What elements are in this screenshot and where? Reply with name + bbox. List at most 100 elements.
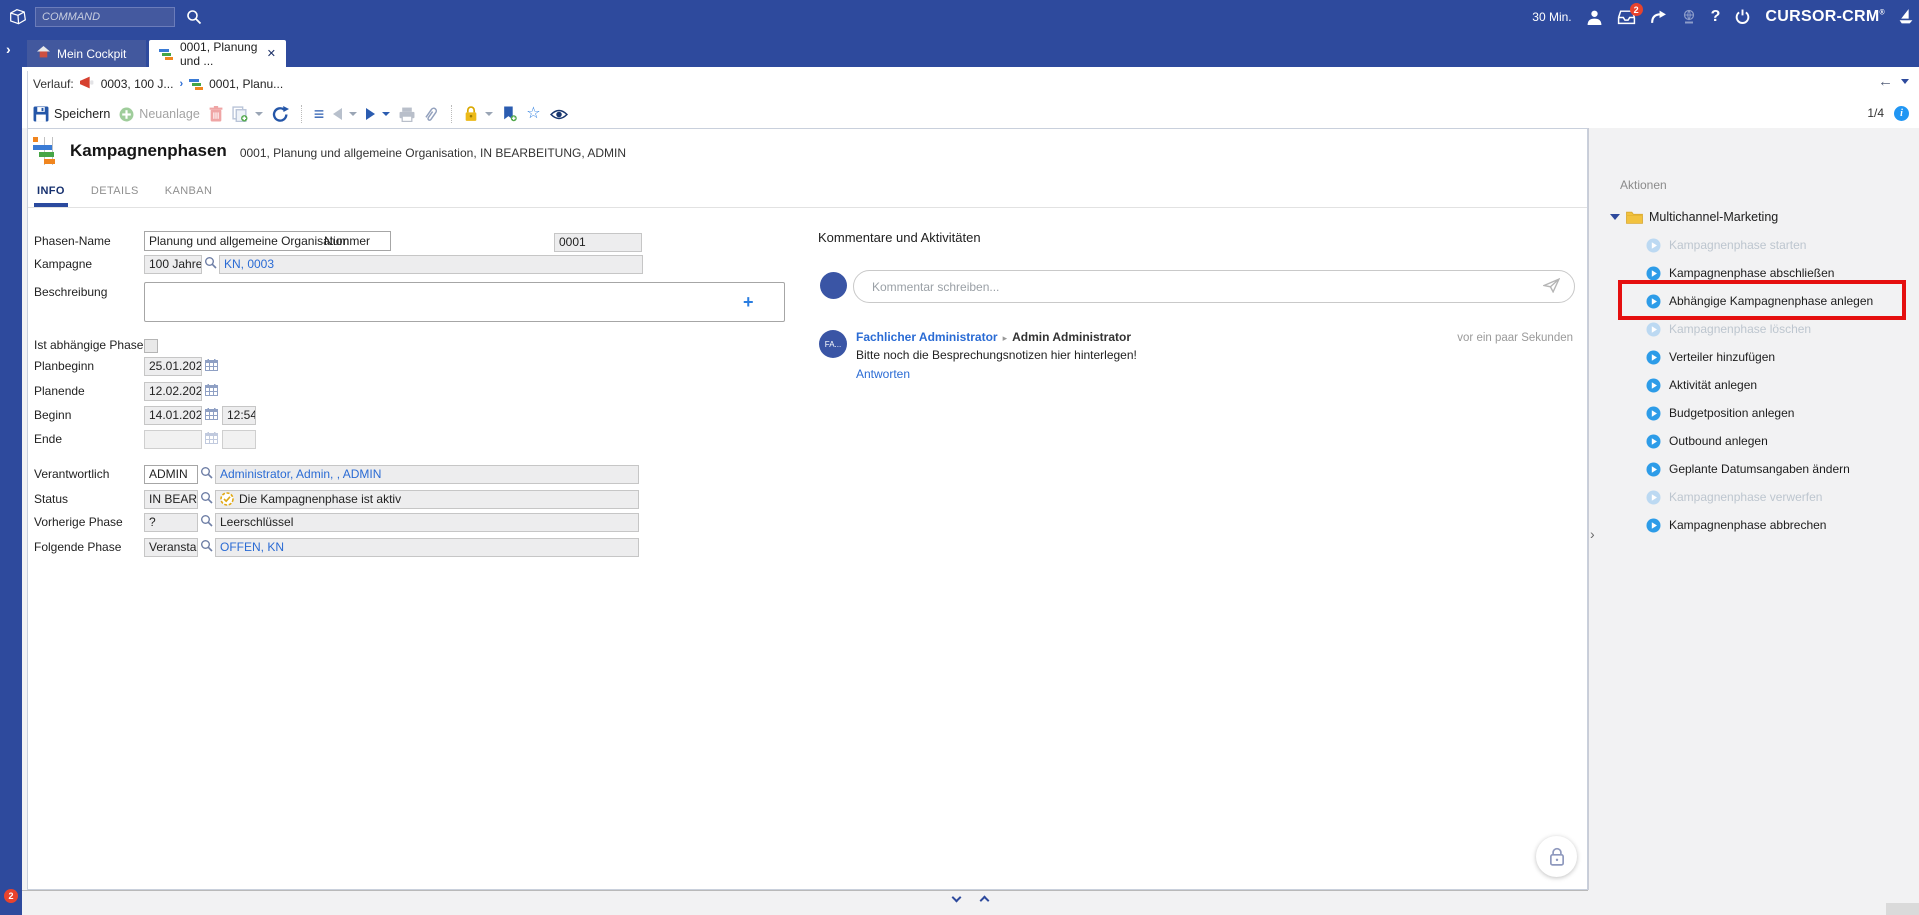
- actions-group-label: Multichannel-Marketing: [1649, 210, 1778, 224]
- comment-recipient: Admin Administrator: [1012, 330, 1131, 344]
- action-item-label: Outbound anlegen: [1669, 434, 1768, 448]
- search-icon[interactable]: [186, 9, 202, 28]
- ende-time-field[interactable]: [222, 430, 256, 449]
- breadcrumb-label: Verlauf:: [33, 77, 74, 91]
- power-icon[interactable]: [1734, 9, 1751, 26]
- action-item[interactable]: Kampagnenphase verwerfen: [1588, 483, 1919, 511]
- beginn-time-field[interactable]: 12:54: [222, 406, 256, 425]
- breadcrumb-item-campaign[interactable]: 0003, 100 J...: [101, 77, 174, 91]
- calendar-icon[interactable]: [205, 408, 218, 423]
- tab-record-active[interactable]: 0001, Planung und ... ✕: [149, 40, 286, 67]
- info-icon[interactable]: i: [1894, 106, 1909, 121]
- nummer-field: 0001: [554, 233, 642, 252]
- actions-group-multichannel[interactable]: Multichannel-Marketing: [1610, 210, 1778, 224]
- favorite-button[interactable]: ☆: [526, 106, 540, 122]
- tab-details[interactable]: DETAILS: [88, 181, 142, 207]
- action-item-label: Kampagnenphase löschen: [1669, 322, 1811, 336]
- floppy-icon: [33, 106, 49, 122]
- lock-dropdown-icon[interactable]: [485, 112, 493, 116]
- redo-icon[interactable]: [1650, 10, 1667, 25]
- action-item[interactable]: Geplante Datumsangaben ändern: [1588, 455, 1919, 483]
- planbeginn-date-field[interactable]: 25.01.2021: [144, 357, 202, 376]
- ende-label: Ende: [34, 432, 62, 446]
- save-button[interactable]: Speichern: [33, 106, 110, 122]
- search-lookup-icon[interactable]: [204, 256, 217, 272]
- attachment-button[interactable]: [424, 106, 439, 122]
- comment-input[interactable]: [872, 280, 1543, 294]
- comment-header: Fachlicher Administrator▸Admin Administr…: [856, 330, 1131, 344]
- ist-abhaengige-phase-checkbox[interactable]: [144, 339, 158, 353]
- tab-info[interactable]: INFO: [34, 181, 68, 207]
- comment-reply-link[interactable]: Antworten: [856, 367, 910, 381]
- network-icon[interactable]: [1681, 9, 1697, 25]
- ende-date-field[interactable]: [144, 430, 202, 449]
- action-item[interactable]: Budgetposition anlegen: [1588, 399, 1919, 427]
- help-icon[interactable]: ?: [1711, 8, 1721, 26]
- tab-kanban[interactable]: KANBAN: [162, 181, 216, 207]
- tab-mein-cockpit[interactable]: Mein Cockpit: [27, 40, 146, 67]
- add-text-icon[interactable]: +: [743, 293, 754, 311]
- kampagne-link[interactable]: KN, 0003: [224, 257, 274, 271]
- search-lookup-icon[interactable]: [200, 466, 213, 482]
- beginn-date-field[interactable]: 14.01.2021: [144, 406, 202, 425]
- kampagne-value-field: KN, 0003: [219, 255, 643, 274]
- inbox-icon[interactable]: 2: [1617, 9, 1636, 25]
- search-lookup-icon[interactable]: [200, 491, 213, 507]
- search-lookup-icon[interactable]: [200, 514, 213, 530]
- action-item[interactable]: Kampagnenphase löschen: [1588, 315, 1919, 343]
- new-record-button[interactable]: Neuanlage: [119, 107, 199, 122]
- send-icon[interactable]: [1543, 278, 1560, 296]
- tab-overflow-icon[interactable]: ›: [6, 41, 11, 57]
- action-item[interactable]: Kampagnenphase abschließen: [1588, 259, 1919, 287]
- vorherige-phase-label: Vorherige Phase: [34, 515, 123, 529]
- lock-button[interactable]: [464, 106, 493, 122]
- user-icon[interactable]: [1586, 9, 1603, 26]
- status-text: Die Kampagnenphase ist aktiv: [239, 492, 401, 506]
- folgende-link[interactable]: OFFEN, KN: [220, 540, 284, 554]
- action-item[interactable]: Aktivität anlegen: [1588, 371, 1919, 399]
- beschreibung-label: Beschreibung: [34, 285, 107, 299]
- watch-button[interactable]: [550, 108, 568, 121]
- app-cube-icon[interactable]: [9, 8, 27, 29]
- refresh-button[interactable]: [272, 106, 289, 123]
- planbeginn-label: Planbeginn: [34, 359, 94, 373]
- delete-button[interactable]: [209, 106, 223, 122]
- status-value-field: Die Kampagnenphase ist aktiv: [215, 490, 639, 509]
- calendar-icon[interactable]: [205, 432, 218, 447]
- menu-button[interactable]: ≡: [314, 105, 325, 123]
- print-button[interactable]: [399, 107, 415, 122]
- calendar-icon[interactable]: [205, 359, 218, 374]
- folgende-value-field: OFFEN, KN: [215, 538, 639, 557]
- action-item[interactable]: Kampagnenphase starten: [1588, 231, 1919, 259]
- comments-title: Kommentare und Aktivitäten: [818, 230, 981, 245]
- lock-fab-button[interactable]: [1536, 836, 1577, 877]
- megaphone-icon: [80, 76, 95, 92]
- verantwortlich-link[interactable]: Administrator, Admin, , ADMIN: [220, 467, 381, 481]
- action-item[interactable]: Outbound anlegen: [1588, 427, 1919, 455]
- action-item[interactable]: Kampagnenphase abbrechen: [1588, 511, 1919, 539]
- next-record-button[interactable]: [366, 108, 390, 120]
- copy-dropdown-icon[interactable]: [255, 112, 263, 116]
- search-lookup-icon[interactable]: [200, 539, 213, 555]
- next-dropdown-icon[interactable]: [382, 112, 390, 116]
- prev-dropdown-icon[interactable]: [349, 112, 357, 116]
- padlock-icon: [1548, 847, 1566, 866]
- breadcrumb-item-phase[interactable]: 0001, Planu...: [209, 77, 283, 91]
- action-item[interactable]: Verteiler hinzufügen: [1588, 343, 1919, 371]
- plus-circle-icon: [119, 107, 134, 122]
- history-back-icon[interactable]: ←: [1878, 73, 1893, 90]
- bookmark-add-button[interactable]: [502, 106, 517, 122]
- tab-close-icon[interactable]: ✕: [267, 47, 276, 60]
- history-dropdown-icon[interactable]: [1901, 79, 1909, 84]
- beschreibung-textarea[interactable]: [144, 282, 785, 322]
- tab-label: 0001, Planung und ...: [180, 40, 258, 68]
- copy-button[interactable]: [232, 106, 263, 122]
- planende-date-field[interactable]: 12.02.2021: [144, 382, 202, 401]
- prev-record-button[interactable]: [333, 108, 357, 120]
- command-input[interactable]: [35, 7, 175, 27]
- action-item[interactable]: Abhängige Kampagnenphase anlegen: [1588, 287, 1919, 315]
- comment-author-link[interactable]: Fachlicher Administrator: [856, 330, 998, 344]
- calendar-icon[interactable]: [205, 384, 218, 399]
- verantwortlich-input[interactable]: [144, 465, 198, 484]
- kampagnenphase-icon: [159, 47, 173, 61]
